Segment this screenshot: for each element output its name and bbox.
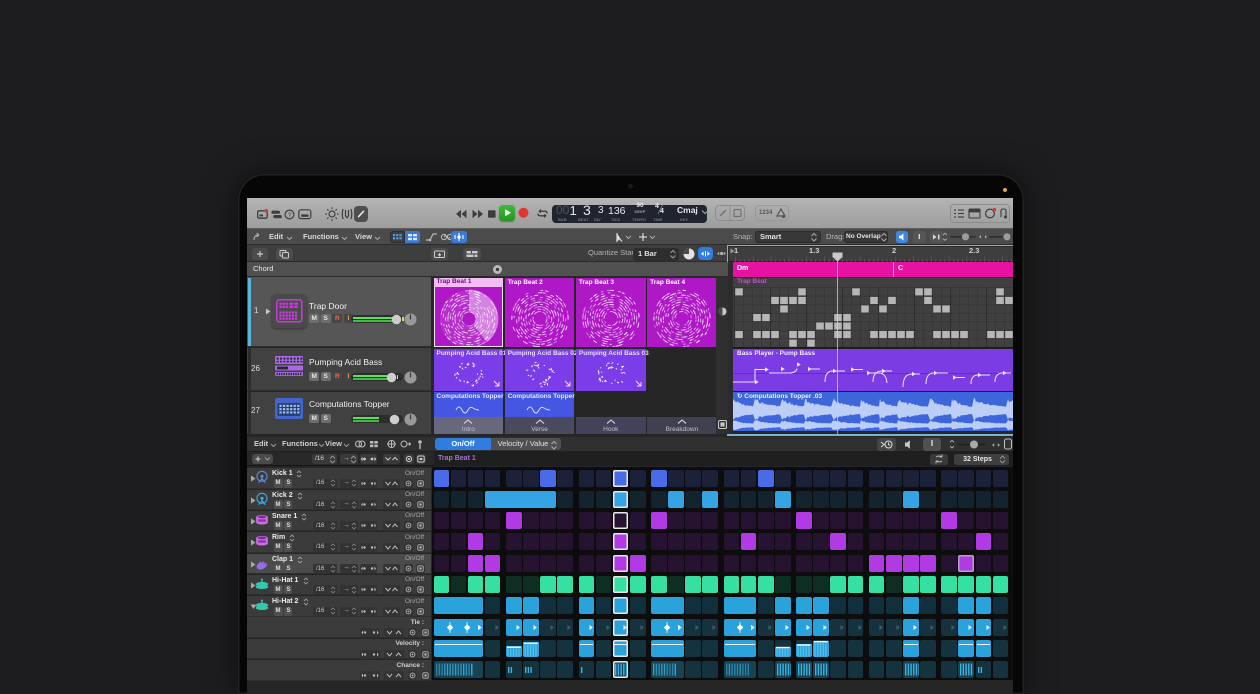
svg-text:?: ? [288, 212, 292, 219]
